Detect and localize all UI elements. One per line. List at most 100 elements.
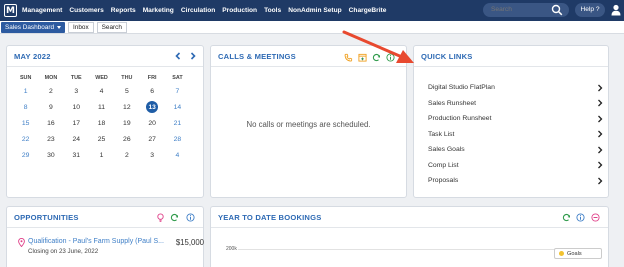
calendar-day[interactable]: 12 bbox=[114, 104, 139, 111]
quick-link-item[interactable]: Digital Studio FlatPlan bbox=[428, 80, 603, 96]
quick-link-label: Sales Goals bbox=[428, 146, 465, 154]
refresh-icon[interactable] bbox=[372, 53, 381, 62]
weekday-sun: SUN bbox=[19, 74, 32, 81]
calendar-day[interactable]: 22 bbox=[13, 136, 38, 143]
calendar-week: 15 16 17 18 19 20 21 bbox=[13, 115, 203, 131]
dashboard-select[interactable]: Sales Dashboard bbox=[1, 21, 66, 33]
calls-meetings-panel: CALLS & MEETINGS No calls or meetings ar… bbox=[210, 45, 407, 198]
calendar-day[interactable]: 29 bbox=[13, 152, 38, 159]
calendar-day[interactable]: 4 bbox=[165, 152, 190, 159]
menu-circulation[interactable]: Circulation bbox=[181, 7, 215, 14]
calendar-day[interactable]: 30 bbox=[38, 152, 63, 159]
chevron-right-icon bbox=[598, 84, 603, 92]
calendar-header-divider bbox=[7, 66, 203, 67]
calendar-day[interactable]: 21 bbox=[165, 120, 190, 127]
menu-marketing[interactable]: Marketing bbox=[143, 7, 174, 14]
calendar-day[interactable]: 6 bbox=[139, 88, 164, 95]
calendar-day[interactable]: 1 bbox=[13, 88, 38, 95]
help-button[interactable]: Help ? bbox=[575, 3, 605, 17]
calendar-day[interactable]: 7 bbox=[165, 88, 190, 95]
calendar-day[interactable]: 14 bbox=[165, 104, 190, 111]
chevron-right-icon bbox=[598, 177, 603, 185]
calendar-day[interactable]: 1 bbox=[89, 152, 114, 159]
inbox-button[interactable]: Inbox bbox=[68, 21, 94, 33]
calendar-day[interactable]: 27 bbox=[139, 136, 164, 143]
next-month-icon[interactable] bbox=[188, 51, 198, 61]
opportunity-item[interactable]: Qualification - Paul's Farm Supply (Paul… bbox=[18, 238, 204, 255]
quick-link-item[interactable]: Comp List bbox=[428, 158, 603, 174]
legend-swatch-goals bbox=[559, 251, 564, 256]
calendar-day[interactable]: 3 bbox=[64, 88, 89, 95]
calendar-day[interactable]: 24 bbox=[64, 136, 89, 143]
quick-link-item[interactable]: Sales Runsheet bbox=[428, 96, 603, 112]
weekday-wed: WED bbox=[95, 74, 108, 81]
search-icon[interactable] bbox=[551, 4, 563, 16]
menu-management[interactable]: Management bbox=[22, 7, 62, 14]
chart-legend[interactable]: Goals bbox=[554, 248, 602, 259]
lightbulb-icon[interactable] bbox=[156, 213, 165, 222]
refresh-icon[interactable] bbox=[562, 213, 571, 222]
calendar-day[interactable]: 31 bbox=[64, 152, 89, 159]
opportunity-close-date: Closing on 23 June, 2022 bbox=[28, 248, 99, 255]
quick-links-header-divider bbox=[414, 66, 608, 67]
calendar-day[interactable]: 4 bbox=[89, 88, 114, 95]
app-logo[interactable]: M bbox=[4, 4, 17, 17]
location-pin-icon bbox=[18, 238, 25, 247]
calendar-day[interactable]: 19 bbox=[114, 120, 139, 127]
menu-tools[interactable]: Tools bbox=[264, 7, 281, 14]
menu-nonadmin-setup[interactable]: NonAdmin Setup bbox=[288, 7, 341, 14]
calendar-day[interactable]: 25 bbox=[89, 136, 114, 143]
opportunities-panel: OPPORTUNITIES Qualification - Paul's Far… bbox=[6, 206, 204, 267]
y-axis-tick: 200k bbox=[226, 246, 237, 252]
calendar-day[interactable]: 11 bbox=[89, 104, 114, 111]
calendar-day[interactable]: 2 bbox=[38, 88, 63, 95]
calendar-day[interactable]: 18 bbox=[89, 120, 114, 127]
info-icon[interactable] bbox=[386, 53, 395, 62]
calendar-day-today[interactable]: 13 bbox=[139, 101, 164, 113]
calendar-day[interactable]: 20 bbox=[139, 120, 164, 127]
info-icon[interactable] bbox=[576, 213, 585, 222]
opportunities-header-divider bbox=[7, 227, 203, 228]
quick-link-label: Sales Runsheet bbox=[428, 99, 476, 107]
legend-label-goals: Goals bbox=[567, 250, 582, 257]
user-icon[interactable] bbox=[611, 4, 621, 16]
calendar-day[interactable]: 17 bbox=[64, 120, 89, 127]
menu-production[interactable]: Production bbox=[222, 7, 257, 14]
calendar-day[interactable]: 2 bbox=[114, 152, 139, 159]
ytd-bookings-panel: YEAR TO DATE BOOKINGS 200k Goals bbox=[210, 206, 609, 267]
quick-link-item[interactable]: Production Runsheet bbox=[428, 111, 603, 127]
phone-icon[interactable] bbox=[344, 53, 353, 62]
calendar-day[interactable]: 15 bbox=[13, 120, 38, 127]
weekday-sat: SAT bbox=[172, 74, 183, 81]
calendar-day[interactable]: 9 bbox=[38, 104, 63, 111]
quick-link-item[interactable]: Sales Goals bbox=[428, 142, 603, 158]
calendar-day[interactable]: 5 bbox=[114, 88, 139, 95]
search-button[interactable]: Search bbox=[96, 21, 127, 33]
quick-link-item[interactable]: Proposals bbox=[428, 173, 603, 189]
calendar-day[interactable]: 16 bbox=[38, 120, 63, 127]
calendar-day[interactable]: 8 bbox=[13, 104, 38, 111]
dashboard-select-label: Sales Dashboard bbox=[5, 23, 55, 31]
calendar-week: 29 30 31 1 2 3 4 bbox=[13, 147, 203, 163]
refresh-icon[interactable] bbox=[170, 213, 179, 222]
calendar-day[interactable]: 10 bbox=[64, 104, 89, 111]
menu-reports[interactable]: Reports bbox=[111, 7, 136, 14]
chevron-right-icon bbox=[598, 115, 603, 123]
weekday-fri: FRI bbox=[147, 74, 157, 81]
info-icon[interactable] bbox=[186, 213, 195, 222]
calendar-day[interactable]: 26 bbox=[114, 136, 139, 143]
menu-chargebrite[interactable]: ChargeBrite bbox=[349, 7, 387, 14]
remove-icon[interactable] bbox=[591, 213, 600, 222]
calendar-day[interactable]: 3 bbox=[139, 152, 164, 159]
prev-month-icon[interactable] bbox=[173, 51, 183, 61]
calendar-week: 1 2 3 4 5 6 7 bbox=[13, 83, 203, 99]
chevron-right-icon bbox=[598, 146, 603, 154]
calendar-title: MAY 2022 bbox=[14, 52, 51, 61]
calendar-panel: MAY 2022 SUN MON TUE WED THU FRI SAT 1 2… bbox=[6, 45, 204, 198]
calendar-day[interactable]: 28 bbox=[165, 136, 190, 143]
quick-link-item[interactable]: Task List bbox=[428, 127, 603, 143]
chart-gridline bbox=[238, 249, 554, 250]
calendar-day[interactable]: 23 bbox=[38, 136, 63, 143]
menu-customers[interactable]: Customers bbox=[69, 7, 103, 14]
calendar-add-icon[interactable] bbox=[358, 53, 367, 62]
